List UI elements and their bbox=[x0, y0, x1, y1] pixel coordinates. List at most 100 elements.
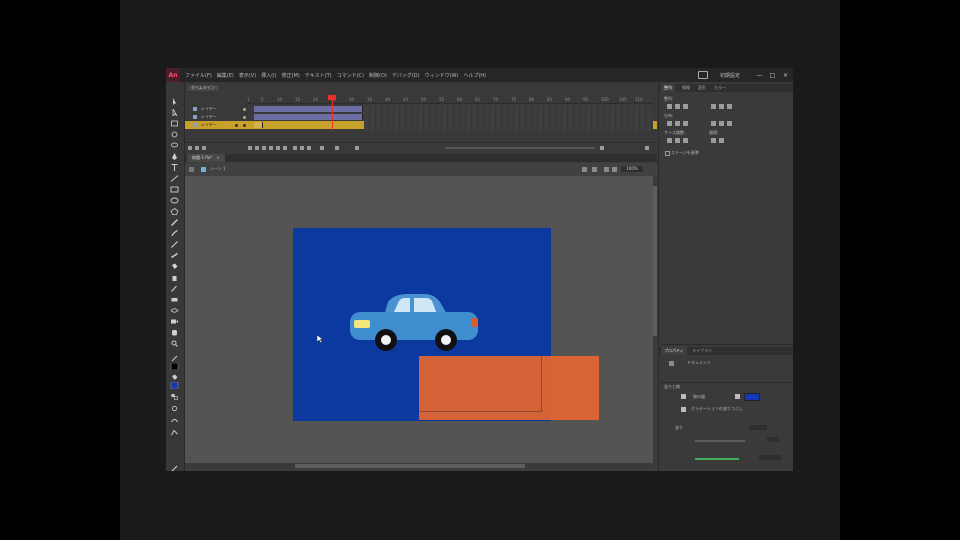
stroke-size-slider[interactable] bbox=[695, 458, 739, 460]
lasso-tool-icon[interactable] bbox=[170, 142, 179, 149]
swap-colors-icon[interactable] bbox=[170, 393, 179, 400]
selection-tool-icon[interactable] bbox=[170, 98, 179, 105]
workspace-switcher[interactable]: 初期設定 bbox=[720, 72, 740, 79]
brush-tool-icon[interactable] bbox=[170, 229, 179, 237]
zoom-out-icon[interactable] bbox=[600, 146, 604, 150]
paint-bucket-tool-icon[interactable] bbox=[170, 263, 179, 270]
stroke-color-swatch[interactable] bbox=[170, 362, 179, 371]
zoom-tool-icon[interactable] bbox=[170, 340, 179, 347]
minimize-button[interactable]: — bbox=[756, 72, 763, 79]
bone-tool-icon[interactable] bbox=[170, 252, 179, 259]
tab-transform[interactable]: 変形 bbox=[695, 84, 709, 92]
menu-insert[interactable]: 挿入(I) bbox=[261, 72, 276, 79]
slider[interactable] bbox=[695, 440, 745, 442]
loop-icon[interactable] bbox=[283, 146, 287, 150]
edit-multiple-frames-icon[interactable] bbox=[307, 146, 311, 150]
oval-tool-icon[interactable] bbox=[170, 197, 179, 204]
vertical-scroll-thumb[interactable] bbox=[653, 186, 657, 336]
menu-window[interactable]: ウィンドウ(W) bbox=[425, 72, 459, 79]
center-stage-icon[interactable] bbox=[604, 167, 609, 172]
layer-frames[interactable] bbox=[254, 122, 263, 128]
distribute-right-icon[interactable] bbox=[727, 121, 732, 126]
back-arrow-icon[interactable] bbox=[189, 167, 194, 172]
vertical-scrollbar[interactable] bbox=[653, 176, 657, 463]
fill-color-icon[interactable] bbox=[170, 374, 179, 381]
menu-text[interactable]: テキスト(T) bbox=[305, 72, 332, 79]
distribute-top-icon[interactable] bbox=[667, 121, 672, 126]
stroke-color-icon[interactable] bbox=[170, 355, 179, 362]
stroke-size-field[interactable] bbox=[759, 455, 781, 460]
tab-color[interactable]: カラー bbox=[711, 84, 729, 92]
value-field[interactable] bbox=[767, 437, 779, 442]
next-frame-icon[interactable] bbox=[269, 146, 273, 150]
tab-align[interactable]: 整列 bbox=[661, 84, 675, 92]
width-tool-icon[interactable] bbox=[170, 307, 179, 314]
car-illustration[interactable] bbox=[348, 290, 480, 360]
edit-symbol-icon[interactable] bbox=[592, 167, 597, 172]
space-vertical-icon[interactable] bbox=[711, 138, 716, 143]
rectangle-tool-icon[interactable] bbox=[170, 186, 179, 193]
menu-commands[interactable]: コマンド(C) bbox=[337, 72, 364, 79]
to-stage-checkbox[interactable] bbox=[665, 151, 670, 156]
play-icon[interactable] bbox=[262, 146, 266, 150]
layer-name[interactable]: レイヤー bbox=[201, 114, 217, 120]
layer-frames[interactable] bbox=[254, 114, 363, 120]
line-tool-icon[interactable] bbox=[170, 175, 179, 182]
document-tab[interactable]: 無題-1.fla* × bbox=[187, 154, 225, 162]
layer-frames[interactable] bbox=[254, 106, 363, 112]
last-frame-icon[interactable] bbox=[276, 146, 280, 150]
zoom-in-icon[interactable] bbox=[645, 146, 649, 150]
new-folder-icon[interactable] bbox=[195, 146, 199, 150]
paint-brush-tool-icon[interactable] bbox=[170, 241, 179, 248]
fill-stroke-header[interactable]: 塗りと線 bbox=[664, 384, 680, 390]
subselection-tool-icon[interactable] bbox=[170, 107, 179, 117]
text-tool-icon[interactable] bbox=[170, 164, 179, 171]
match-height-icon[interactable] bbox=[675, 138, 680, 143]
align-left-icon[interactable] bbox=[667, 104, 672, 109]
pen-tool-icon[interactable] bbox=[170, 153, 179, 160]
match-both-icon[interactable] bbox=[683, 138, 688, 143]
tools-edit-icon[interactable] bbox=[170, 465, 179, 471]
tab-info[interactable]: 情報 bbox=[679, 84, 693, 92]
pencil-tool-icon[interactable] bbox=[170, 219, 179, 226]
scene-breadcrumb[interactable]: シーン 1 bbox=[210, 166, 226, 172]
eraser-tool-icon[interactable] bbox=[170, 296, 179, 303]
align-right-icon[interactable] bbox=[683, 104, 688, 109]
ink-bottle-tool-icon[interactable] bbox=[170, 274, 179, 281]
snap-to-objects-icon[interactable] bbox=[170, 405, 179, 412]
maximize-button[interactable]: □ bbox=[769, 72, 776, 79]
visibility-dot[interactable] bbox=[243, 116, 246, 119]
new-layer-icon[interactable] bbox=[188, 146, 192, 150]
menu-modify[interactable]: 修正(M) bbox=[282, 72, 300, 79]
eyedropper-tool-icon[interactable] bbox=[170, 285, 179, 292]
first-frame-icon[interactable] bbox=[248, 146, 252, 150]
menu-edit[interactable]: 編集(E) bbox=[217, 72, 234, 79]
fps-field[interactable] bbox=[335, 146, 339, 150]
3d-rotation-tool-icon[interactable] bbox=[170, 131, 179, 138]
hand-tool-icon[interactable] bbox=[170, 329, 179, 336]
timeline-horizontal-scrollbar[interactable] bbox=[445, 147, 595, 149]
layer-name[interactable]: レイヤー bbox=[201, 122, 217, 128]
align-top-icon[interactable] bbox=[711, 104, 716, 109]
tab-library[interactable]: ライブラリ bbox=[689, 347, 715, 355]
smooth-icon[interactable] bbox=[170, 417, 179, 424]
free-transform-tool-icon[interactable] bbox=[170, 120, 179, 127]
horizontal-scroll-thumb[interactable] bbox=[295, 464, 525, 468]
distribute-hcenter-icon[interactable] bbox=[719, 121, 724, 126]
menu-debug[interactable]: デバッグ(D) bbox=[392, 72, 420, 79]
distribute-vcenter-icon[interactable] bbox=[675, 121, 680, 126]
distribute-bottom-icon[interactable] bbox=[683, 121, 688, 126]
visibility-dot[interactable] bbox=[243, 124, 246, 127]
menu-view[interactable]: 表示(V) bbox=[239, 72, 256, 79]
straighten-icon[interactable] bbox=[170, 429, 179, 436]
menu-control[interactable]: 制御(O) bbox=[369, 72, 387, 79]
onion-skin-outline-icon[interactable] bbox=[300, 146, 304, 150]
menu-help[interactable]: ヘルプ(H) bbox=[463, 72, 486, 79]
distribute-left-icon[interactable] bbox=[711, 121, 716, 126]
tab-properties[interactable]: プロパティ bbox=[661, 347, 687, 355]
frame-ruler[interactable]: 1 5 10 15 20 25 30 35 40 45 50 55 60 65 … bbox=[247, 96, 653, 104]
prev-frame-icon[interactable] bbox=[255, 146, 259, 150]
empty-frames-grid[interactable] bbox=[364, 105, 653, 131]
onion-skin-icon[interactable] bbox=[293, 146, 297, 150]
zoom-dropdown[interactable]: 100% bbox=[621, 166, 643, 172]
